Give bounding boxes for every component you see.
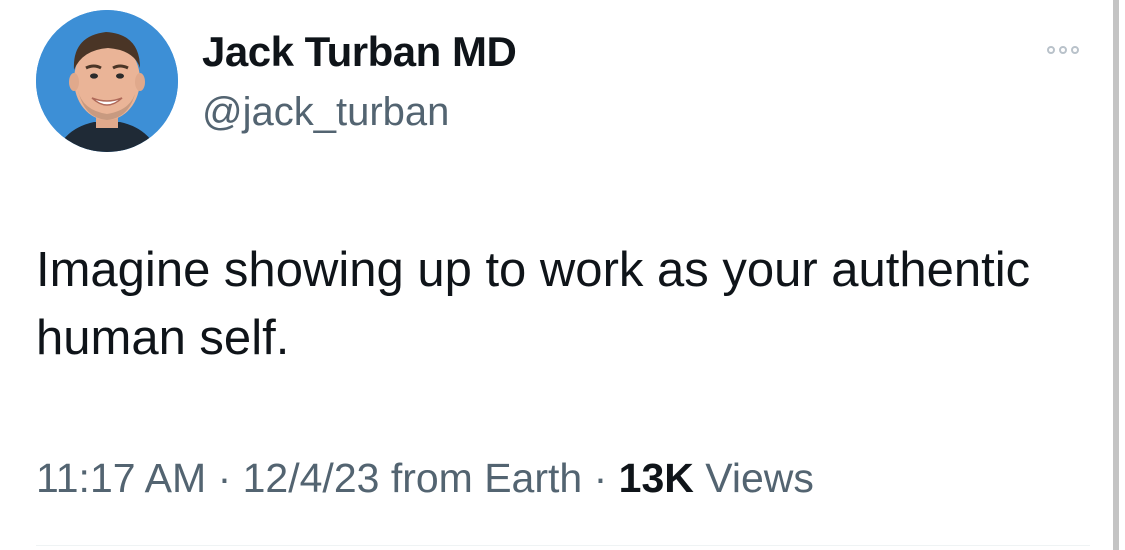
- dot-icon: [1047, 46, 1055, 54]
- views-count[interactable]: 13K: [619, 455, 694, 501]
- dot-icon: [1059, 46, 1067, 54]
- separator: ·: [206, 455, 243, 501]
- tweet-meta: 11:17 AM · 12/4/23 from Earth · 13K View…: [36, 455, 814, 502]
- display-name[interactable]: Jack Turban MD: [202, 28, 517, 76]
- user-handle[interactable]: @jack_turban: [202, 90, 449, 135]
- timestamp[interactable]: 11:17 AM: [36, 455, 206, 501]
- source: from Earth: [379, 455, 583, 501]
- more-icon[interactable]: [1038, 38, 1088, 62]
- views-label[interactable]: Views: [694, 455, 814, 501]
- tweet-card: Jack Turban MD @jack_turban Imagine show…: [0, 0, 1105, 550]
- scrollbar[interactable]: [1113, 0, 1125, 550]
- dot-icon: [1071, 46, 1079, 54]
- separator: ·: [582, 455, 619, 501]
- tweet-text: Imagine showing up to work as your authe…: [36, 243, 1031, 365]
- avatar[interactable]: [36, 10, 178, 152]
- date[interactable]: 12/4/23: [243, 455, 380, 501]
- profile-photo-icon: [36, 10, 178, 152]
- divider: [36, 545, 1090, 546]
